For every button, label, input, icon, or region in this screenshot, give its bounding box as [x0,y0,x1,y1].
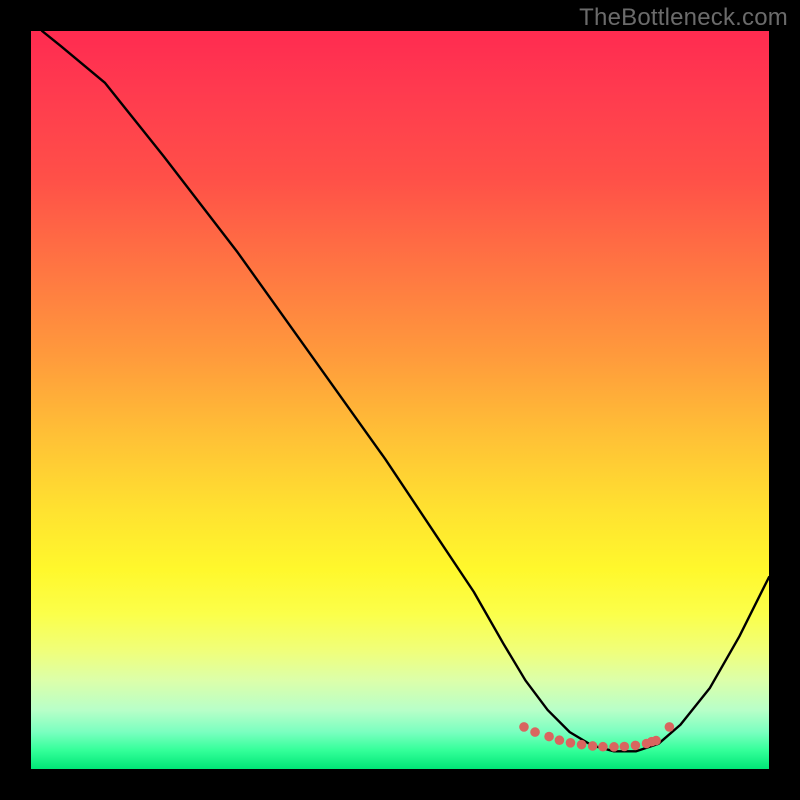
trough-marker [651,736,661,746]
trough-marker [555,735,565,745]
curve-layer [31,31,769,769]
trough-marker [665,722,675,732]
trough-marker [588,741,598,751]
trough-marker [598,742,608,752]
trough-marker [577,740,587,750]
chart-frame: TheBottleneck.com [0,0,800,800]
trough-marker [544,732,554,742]
curve-line [42,31,769,751]
trough-marker [620,742,630,752]
trough-marker [519,722,529,732]
watermark-label: TheBottleneck.com [579,4,788,32]
trough-marker [609,742,619,752]
trough-marker [566,738,576,748]
trough-marker [631,741,641,751]
plot-area [31,31,769,769]
trough-marker [530,727,540,737]
